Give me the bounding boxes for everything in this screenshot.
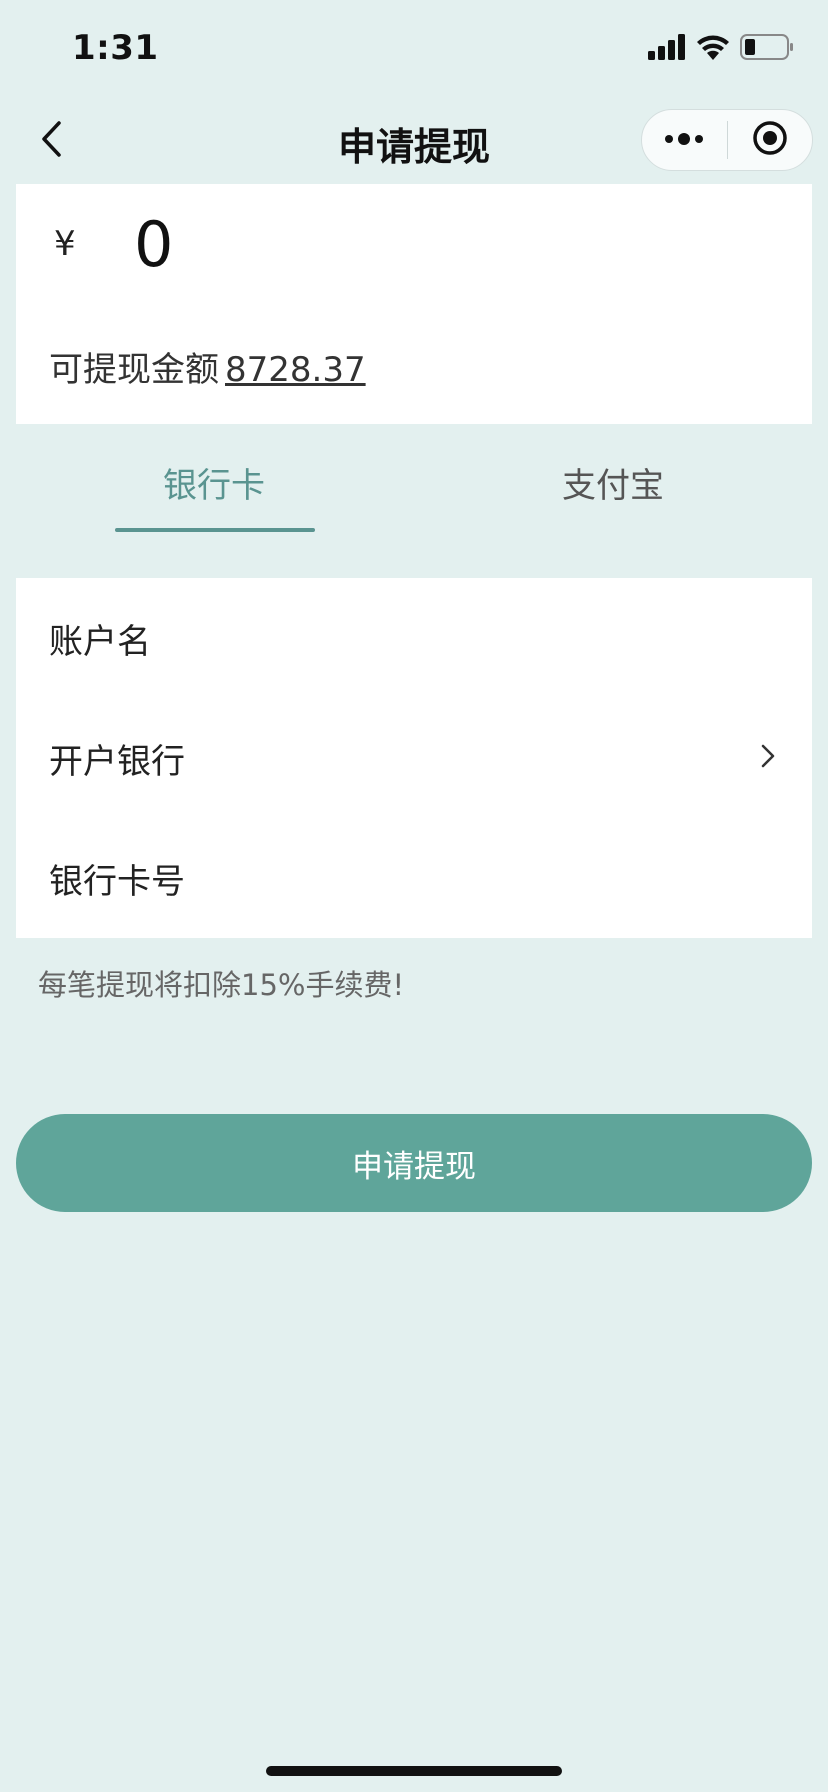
target-icon	[751, 119, 789, 161]
status-time: 1:31	[72, 28, 159, 68]
account-name-row: 账户名	[16, 578, 812, 698]
bank-form: 账户名 开户银行 银行卡号	[16, 578, 812, 938]
active-tab-indicator	[115, 528, 315, 532]
bank-label: 开户银行	[49, 741, 185, 782]
nav-bar: 申请提现	[0, 100, 828, 182]
status-icons	[648, 34, 794, 64]
balance-label: 可提现金额	[49, 350, 219, 390]
status-bar: 1:31	[0, 0, 828, 100]
balance-row: 可提现金额 8728.37	[49, 342, 366, 391]
balance-value[interactable]: 8728.37	[225, 350, 366, 390]
chevron-right-icon	[760, 742, 776, 774]
tab-bank-card[interactable]: 银行卡	[84, 458, 344, 507]
currency-symbol: ¥	[54, 224, 76, 264]
signal-icon	[648, 34, 686, 64]
wifi-icon	[696, 34, 730, 64]
card-number-label: 银行卡号	[49, 861, 185, 902]
account-name-input[interactable]	[229, 607, 812, 669]
bank-select-row[interactable]: 开户银行	[16, 698, 812, 818]
close-mini-program-button[interactable]	[728, 109, 813, 171]
more-button[interactable]	[642, 109, 727, 171]
card-number-row: 银行卡号	[16, 818, 812, 938]
amount-card: ¥ 可提现金额 8728.37	[16, 184, 812, 424]
payment-method-tabs: 银行卡 支付宝	[0, 424, 828, 534]
tab-alipay[interactable]: 支付宝	[483, 458, 743, 507]
home-indicator	[266, 1766, 562, 1776]
card-number-input[interactable]	[229, 847, 812, 909]
fee-notice: 每笔提现将扣除15%手续费!	[38, 968, 405, 1002]
amount-input[interactable]	[134, 204, 734, 284]
account-name-label: 账户名	[49, 621, 151, 662]
submit-withdraw-button[interactable]: 申请提现	[16, 1114, 812, 1212]
battery-icon	[740, 34, 794, 64]
more-icon	[664, 131, 704, 150]
mini-program-capsule	[641, 109, 813, 171]
